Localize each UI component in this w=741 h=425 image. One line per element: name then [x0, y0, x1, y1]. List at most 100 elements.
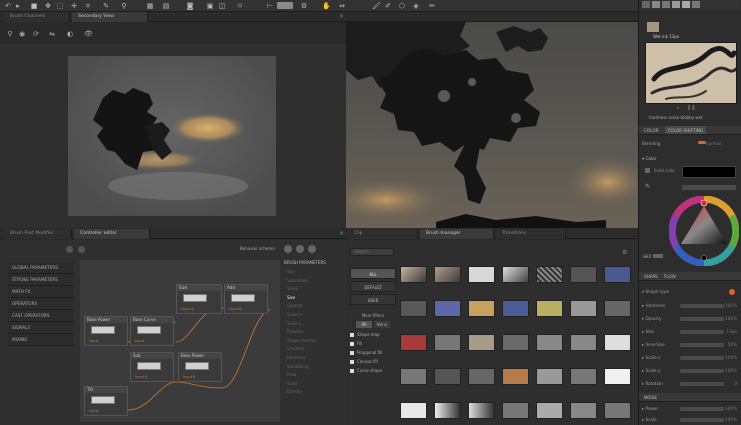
param-item-active[interactable]: Size — [284, 294, 344, 303]
node-tilt[interactable]: Tilt Input — [84, 386, 128, 416]
brush-thumb[interactable] — [502, 402, 529, 419]
tab-brush-channels[interactable]: Brush Channels — [4, 12, 70, 22]
search-box[interactable]: Search — [350, 248, 394, 256]
transform-icon[interactable]: ✛ — [70, 2, 78, 10]
stop-icon[interactable]: ■ — [30, 2, 38, 10]
check-canvas-fill[interactable]: Canvas fill — [350, 358, 378, 366]
node-sub[interactable]: Sub Input A — [130, 352, 174, 382]
tab-secondary-view[interactable]: Secondary View — [72, 12, 148, 22]
crop-icon[interactable]: ⌗ — [84, 2, 92, 10]
node-port[interactable]: Input B — [183, 375, 196, 379]
node-port[interactable]: Input A — [135, 375, 148, 379]
tab-controller-editor[interactable]: Controller editor — [74, 229, 150, 239]
category-item[interactable]: SIGNALS — [8, 322, 74, 334]
param-row-scale-y[interactable]: ▸ Scale y 100% — [642, 367, 739, 375]
rotate-icon[interactable]: ⟳ — [32, 30, 40, 38]
param-item[interactable]: Rotation — [284, 328, 344, 337]
blending-row[interactable]: Blending normal — [642, 140, 739, 148]
brush-thumb[interactable] — [604, 266, 631, 283]
brush-thumb[interactable] — [434, 402, 461, 419]
frame-icon[interactable]: ◫ — [218, 2, 226, 10]
tab-color[interactable]: COLOR — [644, 126, 659, 134]
shape-type-row[interactable]: ▾ Shape type — [642, 288, 739, 296]
param-item[interactable]: Smoothing — [284, 363, 344, 372]
brush-thumb[interactable] — [604, 402, 631, 419]
brush-thumb[interactable] — [570, 334, 597, 351]
color-wheel[interactable] — [669, 196, 739, 266]
tab-brush-post-modifier[interactable]: Brush Post Modifier — [4, 229, 72, 239]
param-slider[interactable] — [680, 382, 724, 386]
brush-thumb[interactable] — [468, 402, 495, 419]
brush-tool-icon[interactable] — [652, 1, 660, 8]
play-icon[interactable]: ▸ — [677, 105, 680, 111]
brush-thumb[interactable] — [400, 300, 427, 317]
brush-thumb[interactable] — [468, 266, 495, 283]
fill-icon[interactable]: ◈ — [412, 2, 420, 10]
brush-thumb[interactable] — [400, 402, 427, 419]
brush-thumb[interactable] — [536, 300, 563, 317]
tab-color-shifting[interactable]: COLOR SHIFTING — [664, 126, 707, 134]
category-item[interactable]: GLOBAL PARAMETERS — [8, 262, 74, 274]
param-item[interactable]: Gradient — [284, 345, 344, 354]
close-icon[interactable]: × — [339, 13, 344, 20]
param-slider[interactable] — [680, 356, 724, 360]
globe-icon[interactable] — [284, 245, 292, 253]
ruler-icon[interactable]: ⊢ — [266, 2, 274, 10]
param-slider[interactable] — [680, 317, 724, 321]
grid-icon[interactable]: ▦ — [146, 2, 154, 10]
mirror-icon[interactable]: ⇋ — [48, 30, 56, 38]
node-port[interactable]: Input A — [181, 307, 194, 311]
param-item[interactable]: Scale — [284, 380, 344, 389]
eye-icon[interactable]: 👁 — [84, 30, 93, 38]
play-icon[interactable]: ▸ — [14, 2, 22, 10]
param-row-opacity[interactable]: ▸ Opacity 100% — [642, 315, 739, 323]
brush-thumb[interactable] — [400, 266, 427, 283]
brush-thumb[interactable] — [434, 334, 461, 351]
node-base-power-2[interactable]: Base Power Input B — [178, 352, 222, 382]
brush-thumb[interactable] — [468, 368, 495, 385]
tab-shape[interactable]: SHAPE — [644, 272, 658, 280]
check-shape-map[interactable]: Shape map — [350, 331, 380, 339]
brush-thumb[interactable] — [400, 334, 427, 351]
brush-thumb[interactable] — [604, 334, 631, 351]
pen-icon[interactable]: ✎ — [102, 2, 110, 10]
tab-flow[interactable]: FLOW — [664, 272, 676, 280]
brush-thumb[interactable] — [434, 266, 461, 283]
param-row-power[interactable]: ▸ Power 100% — [642, 405, 739, 413]
param-item[interactable]: Scale y — [284, 320, 344, 329]
hand-icon[interactable]: ✋ — [322, 2, 331, 10]
brush-thumb[interactable] — [536, 334, 563, 351]
tab-clip[interactable]: Clip — [348, 229, 418, 239]
brush-thumb[interactable] — [570, 300, 597, 317]
param-row-hardness[interactable]: ▸ Hardness 100% — [642, 302, 739, 310]
brush-thumb[interactable] — [570, 368, 597, 385]
brush-tool-icon[interactable] — [682, 1, 690, 8]
brush-icon[interactable]: 🖌 — [372, 2, 381, 10]
filter-default-button[interactable]: DEFAULT — [350, 281, 396, 292]
brush-thumb[interactable] — [502, 266, 529, 283]
brush-thumb[interactable] — [570, 402, 597, 419]
zoom-out-icon[interactable] — [66, 246, 73, 253]
filter-user-button[interactable]: USER — [350, 294, 396, 305]
brush-thumb[interactable] — [400, 368, 427, 385]
param-item[interactable]: Opacity — [284, 302, 344, 311]
pan-icon[interactable]: ⇔ — [338, 2, 346, 10]
param-item[interactable]: Density — [284, 388, 344, 397]
add-icon[interactable] — [308, 245, 316, 253]
color-swatch[interactable] — [682, 166, 736, 178]
layers-icon[interactable]: ▤ — [162, 2, 170, 10]
brush-thumb[interactable] — [536, 402, 563, 419]
brush-thumb[interactable] — [536, 266, 563, 283]
check-fill[interactable]: Fill — [350, 340, 362, 348]
eyedropper-icon[interactable]: ✏ — [428, 2, 436, 10]
main-canvas[interactable] — [346, 22, 638, 228]
eyedropper-icon[interactable]: ✎ — [645, 183, 650, 190]
settings-icon[interactable] — [296, 245, 304, 253]
check-curve-shape[interactable]: Curve shape — [350, 367, 382, 375]
param-slider[interactable] — [680, 330, 724, 334]
brush-thumb[interactable] — [468, 334, 495, 351]
brush-thumb[interactable] — [434, 368, 461, 385]
eraser-icon[interactable]: ⬡ — [398, 2, 406, 10]
smudge-icon[interactable]: ✐ — [384, 2, 392, 10]
tab-brush-manager[interactable]: Brush manager — [420, 229, 494, 239]
